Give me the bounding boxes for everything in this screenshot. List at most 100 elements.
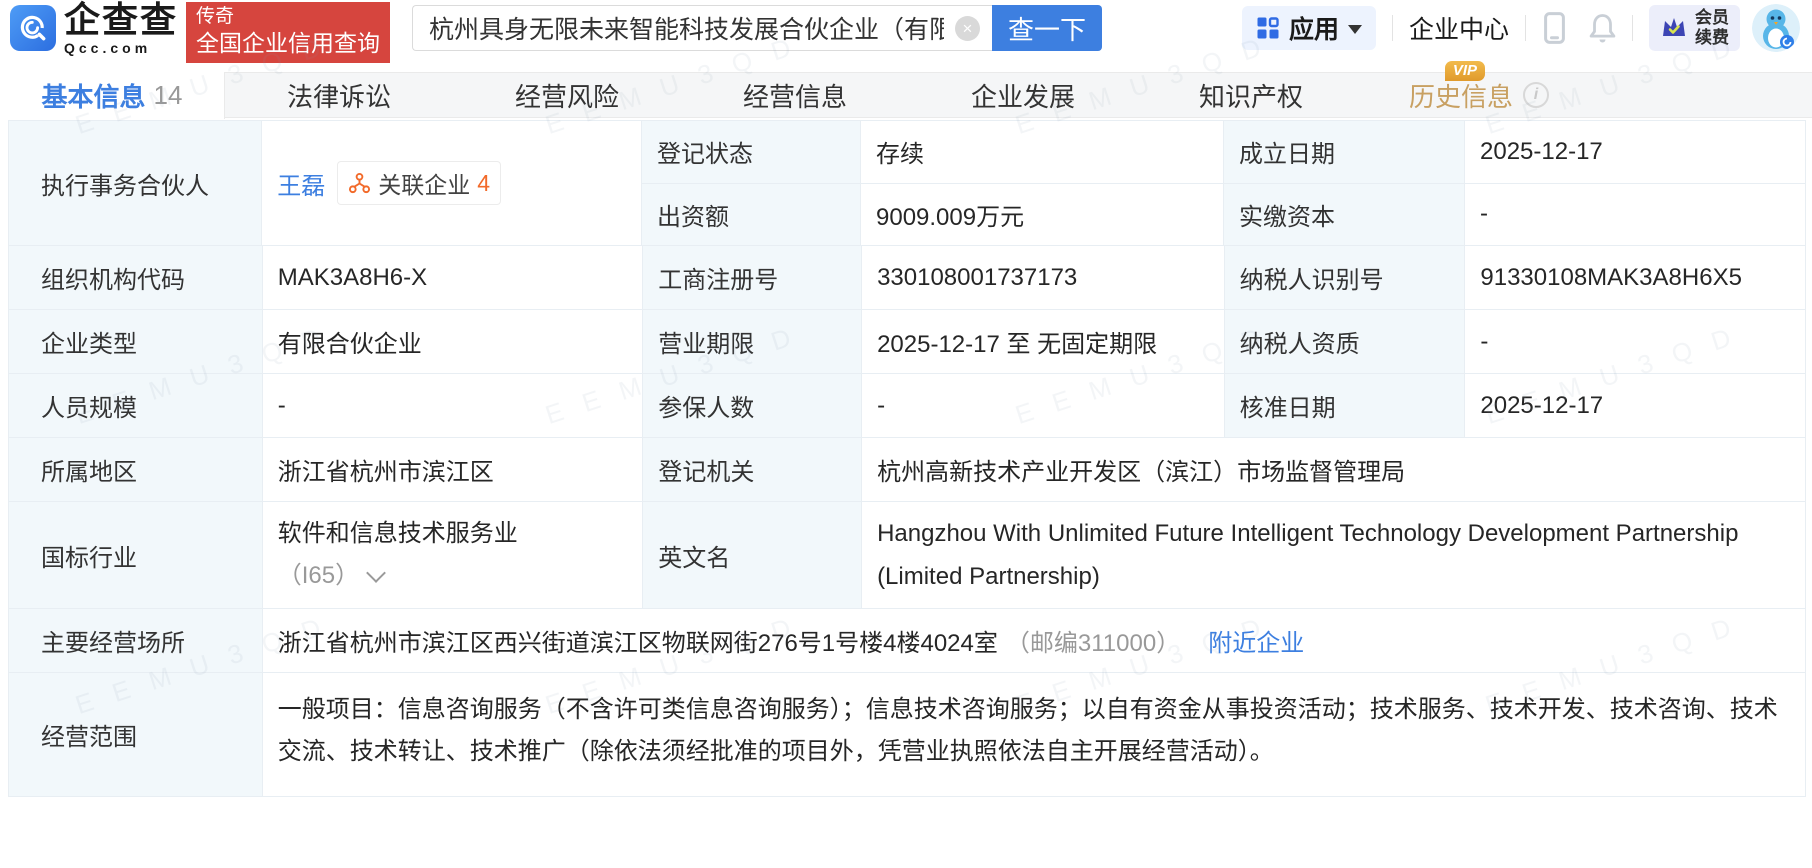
field-label-paid-in-capital: 实缴资本 bbox=[1224, 184, 1465, 247]
table-row: 主要经营场所 浙江省杭州市滨江区西兴街道滨江区物联网街276号1号楼4楼4024… bbox=[9, 609, 1805, 673]
tab-history-wrap: 历史信息 VIP bbox=[1409, 77, 1513, 114]
tab-bar: 基本信息 14 法律诉讼 经营风险 经营信息 企业发展 知识产权 历史信息 VI… bbox=[0, 72, 1812, 118]
field-value-national-industry: 软件和信息技术服务业 （I65） bbox=[263, 502, 644, 609]
qcc-logo-icon[interactable] bbox=[10, 5, 56, 51]
field-value-english-name: Hangzhou With Unlimited Future Intellige… bbox=[862, 502, 1805, 609]
tab-legal-litigation[interactable]: 法律诉讼 bbox=[225, 73, 453, 117]
field-label-establish-date: 成立日期 bbox=[1224, 121, 1465, 184]
table-row: 企业类型 有限合伙企业 营业期限 2025-12-17 至 无固定期限 纳税人资… bbox=[9, 310, 1805, 374]
page: E E M U 3 Q DE E M U 3 Q DE E M U 3 Q DE… bbox=[0, 0, 1812, 868]
bell-icon bbox=[1589, 13, 1616, 43]
tab-company-development[interactable]: 企业发展 bbox=[909, 73, 1137, 117]
tab-operation-info[interactable]: 经营信息 bbox=[681, 73, 909, 117]
industry-expand-chevron-icon[interactable] bbox=[366, 563, 386, 583]
field-value-contribution-amount: 9009.009万元 bbox=[861, 184, 1224, 247]
field-label-registration-authority: 登记机关 bbox=[643, 438, 862, 502]
tab-label: 经营风险 bbox=[515, 77, 619, 114]
brand-name: 企查查 bbox=[64, 2, 178, 38]
field-label-insured-count: 参保人数 bbox=[643, 374, 862, 438]
tab-intellectual-property[interactable]: 知识产权 bbox=[1137, 73, 1365, 117]
vip-renew-label: 会员 续费 bbox=[1695, 8, 1729, 47]
enterprise-center-link[interactable]: 企业中心 bbox=[1409, 10, 1509, 46]
partner-link[interactable]: 王磊 bbox=[277, 166, 325, 201]
field-value-business-reg-no: 330108001737173 bbox=[862, 246, 1225, 310]
field-label-main-business-place: 主要经营场所 bbox=[9, 609, 263, 673]
industry-code-row: （I65） bbox=[278, 555, 383, 597]
field-value-company-type: 有限合伙企业 bbox=[263, 310, 644, 374]
vip-renew-button[interactable]: 会员 续费 bbox=[1649, 5, 1740, 51]
field-label-approval-date: 核准日期 bbox=[1225, 374, 1466, 438]
field-label-national-industry: 国标行业 bbox=[9, 502, 263, 609]
table-row: 人员规模 - 参保人数 - 核准日期 2025-12-17 bbox=[9, 374, 1805, 438]
tab-operation-risk[interactable]: 经营风险 bbox=[453, 73, 681, 117]
field-value-executive-partner: 王磊 关联企业 4 bbox=[262, 121, 642, 246]
industry-name: 软件和信息技术服务业 bbox=[278, 513, 518, 555]
chevron-down-icon bbox=[1348, 25, 1362, 34]
field-value-insured-count: - bbox=[862, 374, 1225, 438]
qcc-swirl-icon bbox=[16, 11, 50, 45]
field-label-registration-status: 登记状态 bbox=[642, 121, 861, 184]
field-label-contribution-amount: 出资额 bbox=[642, 184, 861, 247]
row1-right-grid: 登记状态 存续 成立日期 2025-12-17 出资额 9009.009万元 实… bbox=[642, 121, 1805, 246]
info-icon[interactable]: i bbox=[1523, 82, 1549, 108]
field-value-taxpayer-qualification: - bbox=[1465, 310, 1805, 374]
tab-label: 法律诉讼 bbox=[287, 77, 391, 114]
field-label-executive-partner: 执行事务合伙人 bbox=[9, 121, 262, 246]
field-value-business-term: 2025-12-17 至 无固定期限 bbox=[862, 310, 1225, 374]
field-value-registration-authority: 杭州高新技术产业开发区（滨江）市场监督管理局 bbox=[862, 438, 1805, 502]
brand-block[interactable]: 企查查 Qcc.com bbox=[64, 2, 178, 55]
crown-icon bbox=[1660, 15, 1688, 41]
nearby-companies-link[interactable]: 附近企业 bbox=[1208, 623, 1304, 658]
field-label-business-term: 营业期限 bbox=[643, 310, 862, 374]
avatar[interactable] bbox=[1752, 4, 1800, 52]
search-input[interactable] bbox=[412, 5, 992, 51]
tab-basic-info-count: 14 bbox=[154, 80, 183, 111]
header-right: 应用 企业中心 bbox=[1242, 4, 1800, 52]
search-bar: × 查一下 bbox=[412, 5, 1102, 51]
field-label-english-name: 英文名 bbox=[643, 502, 862, 609]
tab-label: 企业发展 bbox=[971, 77, 1075, 114]
related-companies-badge[interactable]: 关联企业 4 bbox=[337, 161, 501, 205]
table-row: 组织机构代码 MAK3A8H6-X 工商注册号 330108001737173 … bbox=[9, 246, 1805, 310]
field-label-region: 所属地区 bbox=[9, 438, 263, 502]
apps-button[interactable]: 应用 bbox=[1242, 6, 1376, 50]
notifications-button[interactable] bbox=[1589, 13, 1616, 43]
related-companies-count: 4 bbox=[477, 170, 490, 197]
tabbar-filler bbox=[1593, 73, 1812, 117]
business-address: 浙江省杭州市滨江区西兴街道滨江区物联网街276号1号楼4楼4024室 bbox=[278, 623, 998, 658]
field-value-staff-size: - bbox=[263, 374, 644, 438]
promo-badge: 传奇 全国企业信用查询 bbox=[186, 2, 390, 63]
clear-icon[interactable]: × bbox=[955, 16, 980, 41]
field-value-main-business-place: 浙江省杭州市滨江区西兴街道滨江区物联网街276号1号楼4楼4024室 （邮编31… bbox=[263, 609, 1805, 673]
promo-line2: 全国企业信用查询 bbox=[196, 29, 380, 58]
field-label-taxpayer-qualification: 纳税人资质 bbox=[1225, 310, 1466, 374]
search-button[interactable]: 查一下 bbox=[992, 5, 1102, 51]
field-value-org-code: MAK3A8H6-X bbox=[263, 246, 644, 310]
table-row: 所属地区 浙江省杭州市滨江区 登记机关 杭州高新技术产业开发区（滨江）市场监督管… bbox=[9, 438, 1805, 502]
field-value-taxpayer-id: 91330108MAK3A8H6X5 bbox=[1465, 246, 1805, 310]
field-label-company-type: 企业类型 bbox=[9, 310, 263, 374]
basic-info-table: 执行事务合伙人 王磊 关联企业 4 登记状态 存续 bbox=[8, 120, 1806, 797]
tab-label: 知识产权 bbox=[1199, 77, 1303, 114]
field-value-paid-in-capital: - bbox=[1465, 184, 1805, 247]
tab-label: 经营信息 bbox=[743, 77, 847, 114]
table-row: 经营范围 一般项目：信息咨询服务（不含许可类信息咨询服务）；信息技术咨询服务；以… bbox=[9, 673, 1805, 797]
table-subrow: 出资额 9009.009万元 实缴资本 - bbox=[642, 184, 1805, 247]
postal-code: （邮编311000） bbox=[1006, 623, 1180, 658]
tab-basic-info[interactable]: 基本信息 14 bbox=[0, 72, 225, 119]
field-label-org-code: 组织机构代码 bbox=[9, 246, 263, 310]
penguin-mascot-icon bbox=[1752, 4, 1800, 52]
industry-code: （I65） bbox=[278, 555, 359, 597]
org-network-icon bbox=[348, 172, 371, 195]
mobile-app-icon[interactable] bbox=[1544, 12, 1565, 44]
tab-history-info[interactable]: 历史信息 VIP i bbox=[1365, 73, 1593, 117]
field-value-region: 浙江省杭州市滨江区 bbox=[263, 438, 644, 502]
promo-line1: 传奇 bbox=[196, 5, 380, 29]
brand-domain: Qcc.com bbox=[64, 41, 178, 55]
table-row: 执行事务合伙人 王磊 关联企业 4 登记状态 存续 bbox=[9, 121, 1805, 246]
phone-icon bbox=[1544, 12, 1565, 44]
divider bbox=[1525, 15, 1526, 41]
divider bbox=[1392, 15, 1393, 41]
tab-history-label: 历史信息 bbox=[1409, 77, 1513, 114]
related-companies-label: 关联企业 bbox=[378, 166, 470, 200]
